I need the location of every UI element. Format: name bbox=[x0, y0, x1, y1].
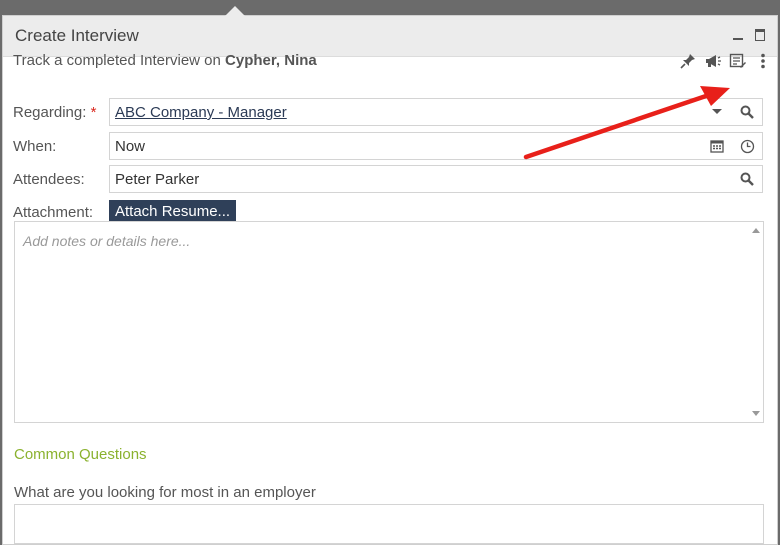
popover-caret bbox=[225, 6, 245, 16]
attendees-label: Attendees: bbox=[13, 171, 85, 188]
scroll-down-icon[interactable] bbox=[752, 411, 760, 416]
search-icon[interactable] bbox=[739, 171, 755, 187]
when-field[interactable]: Now bbox=[109, 132, 763, 160]
clock-icon[interactable] bbox=[739, 138, 755, 154]
regarding-field[interactable]: ABC Company - Manager bbox=[109, 98, 763, 126]
pin-icon[interactable] bbox=[679, 52, 697, 70]
when-value: Now bbox=[115, 138, 146, 155]
question-answer-field[interactable] bbox=[14, 504, 764, 544]
dialog-titlebar: Create Interview bbox=[3, 16, 777, 57]
dialog-toolbar bbox=[679, 52, 772, 70]
required-marker: * bbox=[90, 104, 97, 121]
attachment-label: Attachment: bbox=[13, 204, 94, 221]
attendees-row: Attendees: Peter Parker bbox=[13, 165, 765, 195]
scroll-up-icon[interactable] bbox=[752, 228, 760, 233]
regarding-label: Regarding: * bbox=[13, 104, 97, 121]
common-questions-title: Common Questions bbox=[14, 446, 147, 463]
more-vertical-icon[interactable] bbox=[754, 52, 772, 70]
dialog-title: Create Interview bbox=[15, 26, 139, 45]
maximize-icon bbox=[755, 29, 765, 41]
calendar-icon[interactable] bbox=[709, 138, 725, 154]
regarding-row: Regarding: * ABC Company - Manager bbox=[13, 98, 765, 128]
when-row: When: Now bbox=[13, 132, 765, 162]
search-icon[interactable] bbox=[739, 104, 755, 120]
notes-icon[interactable] bbox=[729, 52, 747, 70]
subtitle-prefix: Track a completed Interview on bbox=[13, 52, 226, 69]
maximize-button[interactable] bbox=[753, 28, 767, 42]
attendees-value: Peter Parker bbox=[115, 171, 200, 188]
dialog-subtitle: Track a completed Interview on Cypher, N… bbox=[13, 52, 317, 69]
notes-scrollbar[interactable] bbox=[748, 222, 763, 422]
candidate-name: Cypher, Nina bbox=[225, 52, 317, 69]
minimize-button[interactable] bbox=[731, 28, 745, 42]
window-controls bbox=[731, 28, 767, 42]
notes-placeholder: Add notes or details here... bbox=[23, 233, 191, 249]
question-label: What are you looking for most in an empl… bbox=[14, 484, 316, 501]
dropdown-arrow-icon[interactable] bbox=[709, 104, 725, 120]
megaphone-icon[interactable] bbox=[704, 52, 722, 70]
attendees-field[interactable]: Peter Parker bbox=[109, 165, 763, 193]
when-label: When: bbox=[13, 138, 57, 155]
minimize-icon bbox=[733, 38, 743, 40]
notes-textarea[interactable]: Add notes or details here... bbox=[14, 221, 764, 423]
regarding-value-link[interactable]: ABC Company - Manager bbox=[115, 104, 287, 121]
